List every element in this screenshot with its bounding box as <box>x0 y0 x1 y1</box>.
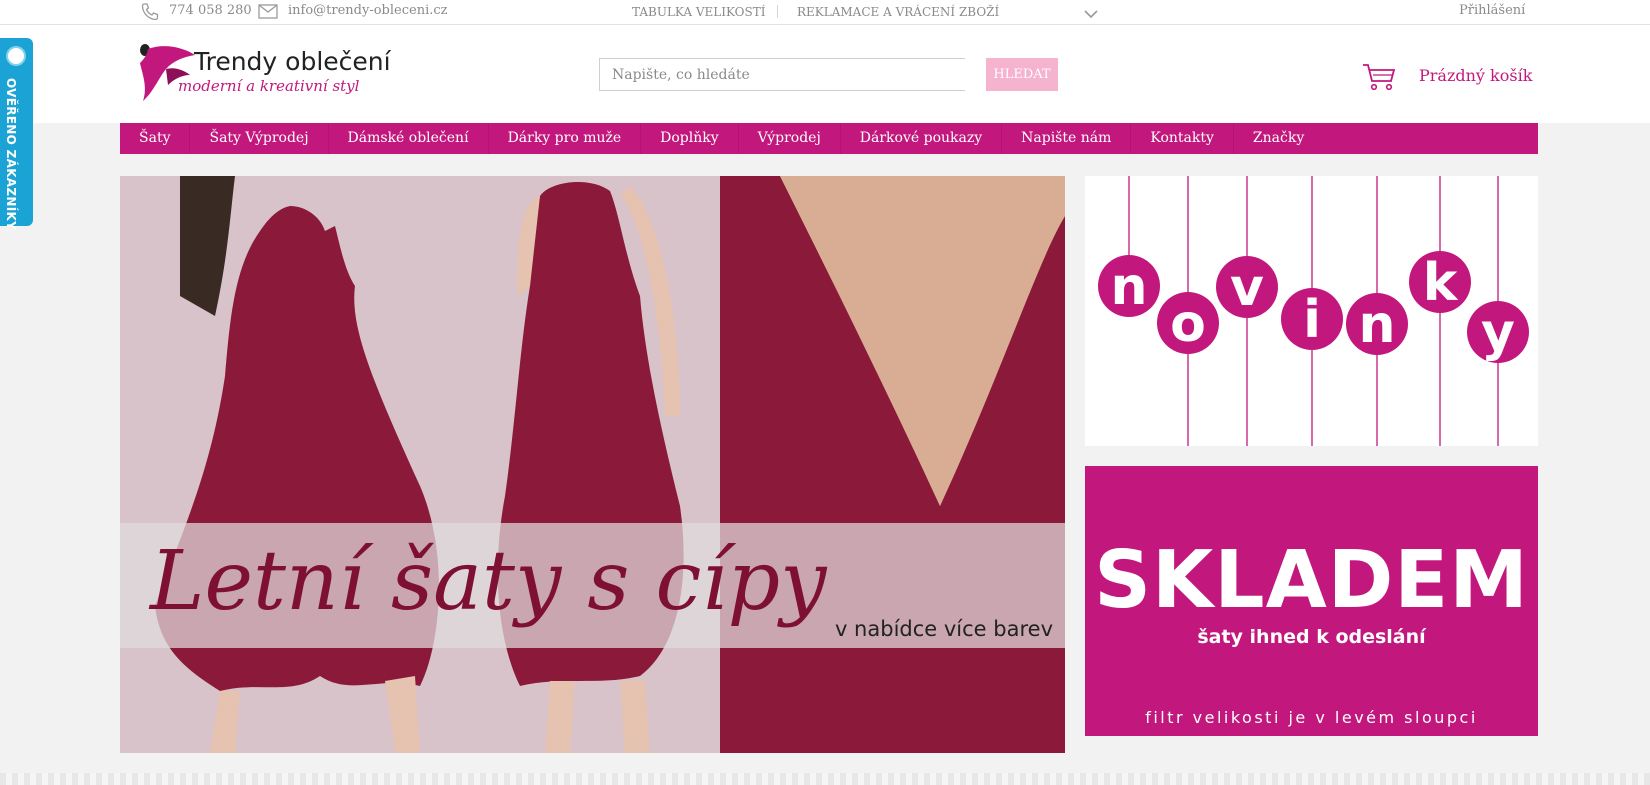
hero-subtitle: v nabídce více barev <box>834 617 1053 641</box>
novinky-letter-2: o <box>1170 294 1206 354</box>
main-navigation: Šaty Šaty Výprodej Dámské oblečení Dárky… <box>120 123 1538 154</box>
nav-item-darky-pro-muze[interactable]: Dárky pro muže <box>489 123 642 154</box>
nav-item-vyprodej[interactable]: Výprodej <box>739 123 841 154</box>
novinky-letter-5: n <box>1358 295 1395 355</box>
novinky-graphic: n o v i n k y <box>1098 176 1529 446</box>
novinky-letter-4: i <box>1303 290 1321 350</box>
nav-item-damske-obleceni[interactable]: Dámské oblečení <box>329 123 489 154</box>
nav-item-saty-vyprodej[interactable]: Šaty Výprodej <box>190 123 329 154</box>
phone-number[interactable]: 774 058 280 <box>169 3 252 18</box>
search-input[interactable] <box>599 58 965 91</box>
logo[interactable]: Trendy oblečení moderní a kreativní styl <box>138 43 398 105</box>
size-chart-link[interactable]: TABULKA VELIKOSTÍ <box>632 5 765 19</box>
skladem-subtitle: šaty ihned k odeslání <box>1197 626 1426 648</box>
novinky-letter-7: y <box>1481 303 1515 363</box>
phone-icon <box>140 2 160 26</box>
hero-caption: Letní šaty s cípy v nabídce více barev <box>120 523 1065 648</box>
verified-badge[interactable]: OVĚŘENO ZÁKAZNÍKY <box>0 38 33 230</box>
novinky-banner[interactable]: n o v i n k y <box>1085 176 1538 446</box>
nav-item-kontakty[interactable]: Kontakty <box>1131 123 1234 154</box>
cart-icon <box>1363 64 1396 91</box>
email-link[interactable]: info@trendy-obleceni.cz <box>288 3 448 18</box>
nav-item-darkove-poukazy[interactable]: Dárkové poukazy <box>841 123 1003 154</box>
verified-badge-label: OVĚŘENO ZÁKAZNÍKY <box>4 78 18 231</box>
skladem-title: SKLADEM <box>1094 534 1529 626</box>
logo-title: Trendy oblečení <box>194 47 391 76</box>
chevron-down-icon[interactable] <box>1083 5 1099 24</box>
topbar-divider <box>777 5 778 18</box>
novinky-letter-6: k <box>1423 253 1459 313</box>
mail-icon <box>258 4 278 23</box>
logo-subtitle: moderní a kreativní styl <box>178 77 360 95</box>
nav-item-napiste-nam[interactable]: Napište nám <box>1002 123 1132 154</box>
header: Trendy oblečení moderní a kreativní styl… <box>0 25 1650 123</box>
skladem-banner[interactable]: SKLADEM šaty ihned k odeslání filtr veli… <box>1085 466 1538 736</box>
verified-icon <box>6 46 26 66</box>
hero-dress-image <box>120 176 1065 753</box>
cart-button[interactable]: Prázdný košík <box>1362 60 1532 96</box>
login-link[interactable]: Přihlášení <box>1459 3 1525 18</box>
footer-lace-border <box>0 773 1650 785</box>
novinky-letter-3: v <box>1230 258 1264 318</box>
logo-mark-icon <box>140 44 195 101</box>
hero-title: Letní šaty s cípy <box>150 534 827 629</box>
skladem-note: filtr velikosti je v levém sloupci <box>1145 708 1478 727</box>
nav-item-doplnky[interactable]: Doplňky <box>641 123 739 154</box>
search-button[interactable]: HLEDAT <box>986 58 1058 91</box>
top-bar: 774 058 280 info@trendy-obleceni.cz TABU… <box>0 0 1650 25</box>
returns-link[interactable]: REKLAMACE A VRÁCENÍ ZBOŽÍ <box>797 5 999 19</box>
nav-item-saty[interactable]: Šaty <box>120 123 191 154</box>
novinky-letter-1: n <box>1110 257 1147 317</box>
nav-item-znacky[interactable]: Značky <box>1234 123 1323 154</box>
hero-banner[interactable]: Letní šaty s cípy v nabídce více barev <box>120 176 1065 753</box>
cart-label: Prázdný košík <box>1419 66 1533 85</box>
